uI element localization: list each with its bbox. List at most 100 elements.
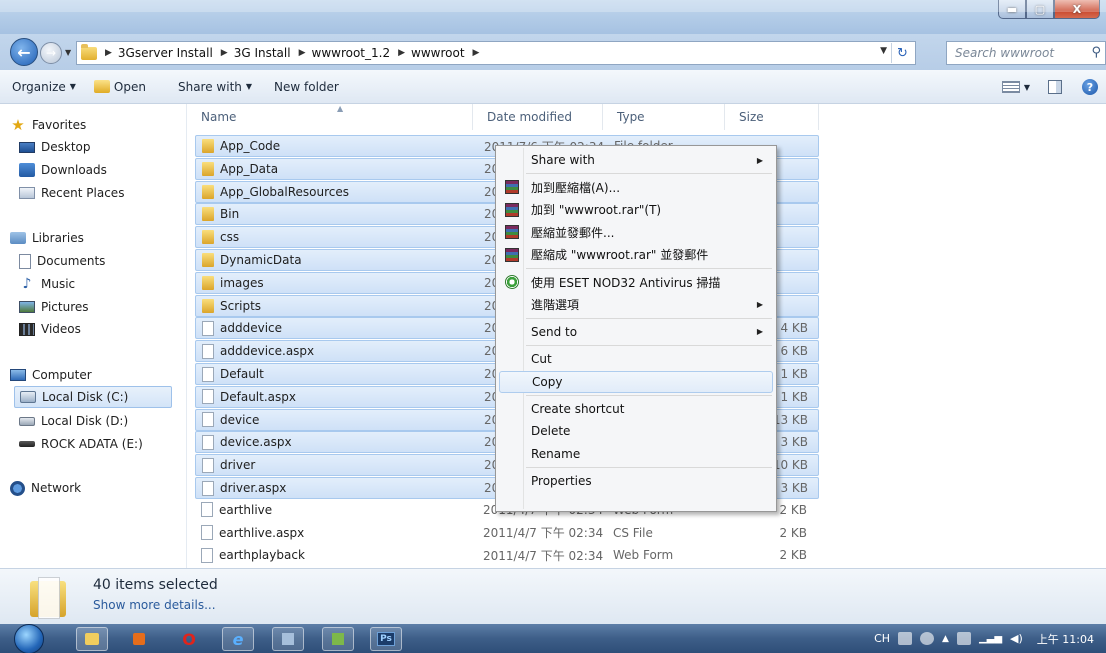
column-header-size[interactable]: Size: [725, 104, 819, 130]
show-more-details-link[interactable]: Show more details...: [93, 598, 216, 612]
sidebar-label: Documents: [37, 254, 106, 268]
menu-item-create-shortcut[interactable]: Create shortcut: [499, 398, 773, 420]
menu-item-item-8[interactable]: 進階選項 ▶: [499, 293, 773, 315]
search-input[interactable]: Search wwwroot ⚲: [946, 41, 1106, 65]
breadcrumb-label: 3Gserver Install: [117, 46, 213, 60]
file-name: images: [220, 275, 264, 290]
sidebar-computer[interactable]: Computer: [10, 364, 92, 386]
close-button[interactable]: X: [1054, 0, 1100, 19]
breadcrumb-item[interactable]: ▶ 3Gserver Install: [105, 46, 213, 60]
sidebar-label: Recent Places: [41, 186, 125, 200]
winrar-icon: [505, 247, 519, 262]
column-header-name[interactable]: Name ▲: [187, 104, 473, 130]
menu-item-wwwroot-rar[interactable]: 壓縮成 "wwwroot.rar" 並發郵件: [499, 244, 773, 266]
sidebar-item-local-disk-d[interactable]: Local Disk (D:): [19, 410, 128, 432]
menu-item-a[interactable]: 加到壓縮檔(A)...: [499, 176, 773, 198]
address-chevron-down-icon[interactable]: ▼: [880, 46, 887, 56]
signal-icon[interactable]: ▁▃▅: [979, 633, 1002, 644]
menu-item-label: 加到壓縮檔(A)...: [531, 180, 621, 195]
explorer-icon: [85, 633, 99, 645]
breadcrumb-item[interactable]: ▶ wwwroot: [398, 46, 464, 60]
breadcrumb-item[interactable]: ▶ wwwroot_1.2: [299, 46, 391, 60]
clock[interactable]: 上午 11:04: [1037, 631, 1094, 647]
sidebar-item-local-disk-c[interactable]: Local Disk (C:): [14, 386, 172, 408]
open-button[interactable]: Open: [93, 80, 146, 94]
taskbar-ie-button[interactable]: e: [222, 627, 254, 651]
sidebar-label: Network: [31, 481, 82, 495]
breadcrumb-arrow-icon[interactable]: ▶: [221, 48, 228, 58]
menu-item-rename[interactable]: Rename: [499, 443, 773, 465]
change-view-icon[interactable]: [1001, 81, 1020, 93]
breadcrumb-arrow-icon[interactable]: ▶: [473, 46, 480, 60]
volume-icon[interactable]: ◀): [1010, 632, 1023, 645]
taskbar-media-button[interactable]: [126, 627, 152, 651]
back-button[interactable]: ←: [10, 38, 38, 66]
taskbar-opera-button[interactable]: O: [176, 627, 202, 651]
maximize-button[interactable]: ▢: [1026, 0, 1054, 19]
breadcrumb: ▶ 3Gserver Install ▶ 3G Install ▶ wwwroot_1.2…: [97, 46, 479, 60]
menu-item-eset-nod32-antivirus[interactable]: 使用 ESET NOD32 Antivirus 掃描: [499, 271, 773, 293]
sidebar-item-documents[interactable]: Documents: [19, 250, 105, 272]
menu-item-send-to[interactable]: Send to ▶: [499, 321, 773, 343]
column-header-date[interactable]: Date modified: [473, 104, 603, 130]
menu-item-label: 壓縮並發郵件...: [531, 225, 615, 240]
sidebar-libraries[interactable]: Libraries: [10, 227, 84, 249]
sidebar-item-pictures[interactable]: Pictures: [19, 296, 89, 318]
share-with-button[interactable]: Share with ▼: [178, 80, 252, 94]
column-header-type[interactable]: Type: [603, 104, 725, 130]
chevron-up-icon[interactable]: ▲: [942, 634, 949, 644]
menu-separator: [526, 395, 772, 396]
minimize-button[interactable]: ▬: [998, 0, 1026, 19]
keyboard-icon[interactable]: [898, 632, 913, 645]
search-icon[interactable]: ⚲: [1091, 45, 1101, 60]
language-indicator[interactable]: CH: [874, 632, 890, 645]
table-row[interactable]: earthlive.aspx 2011/4/7 下午 02:34 CS File 2 …: [195, 523, 819, 545]
preview-pane-icon[interactable]: [1048, 80, 1062, 94]
taskbar-network-app-button[interactable]: [322, 627, 354, 651]
menu-item-cut[interactable]: Cut: [499, 348, 773, 370]
help-icon[interactable]: ?: [1082, 79, 1098, 95]
menu-item-wwwroot-rar-t[interactable]: 加到 "wwwroot.rar"(T): [499, 199, 773, 221]
file-icon: [201, 525, 213, 541]
network-tray-icon[interactable]: [956, 632, 971, 645]
sidebar-item-music[interactable]: ♪ Music: [19, 273, 76, 295]
view-chevron-down-icon[interactable]: ▼: [1024, 83, 1030, 92]
taskbar-app-button[interactable]: [272, 627, 304, 651]
file-name: adddevice: [220, 321, 283, 336]
menu-item-properties[interactable]: Properties: [499, 470, 773, 492]
address-bar[interactable]: ▶ 3Gserver Install ▶ 3G Install ▶ wwwroot_1.2…: [76, 41, 916, 65]
breadcrumb-arrow-icon[interactable]: ▶: [398, 48, 405, 58]
menu-item-share-with[interactable]: Share with ▶: [499, 149, 773, 171]
recent-pages-chevron-icon[interactable]: ▼: [65, 48, 71, 57]
refresh-icon[interactable]: ↻: [891, 43, 913, 63]
breadcrumb-item[interactable]: ▶ 3G Install: [221, 46, 291, 60]
taskbar-photoshop-button[interactable]: Ps: [370, 627, 402, 651]
sidebar-network[interactable]: Network: [10, 477, 81, 499]
sidebar-favorites[interactable]: ★ Favorites: [10, 114, 86, 136]
help-tray-icon[interactable]: [920, 632, 935, 645]
sidebar-item-rock-adata-e[interactable]: ROCK ADATA (E:): [19, 433, 143, 455]
libraries-icon: [10, 232, 26, 244]
organize-button[interactable]: Organize ▼: [12, 80, 76, 94]
menu-item-item-4[interactable]: 壓縮並發郵件...: [499, 221, 773, 243]
menu-item-delete[interactable]: Delete: [499, 420, 773, 442]
taskbar-explorer-button[interactable]: [76, 627, 108, 651]
breadcrumb-arrow-icon[interactable]: ▶: [299, 48, 306, 58]
new-folder-button[interactable]: New folder: [274, 80, 339, 94]
start-button[interactable]: [14, 624, 44, 653]
navigation-pane: ★ Favorites Desktop Downloads Recent Plac…: [0, 104, 186, 568]
file-name-cell: DynamicData: [202, 250, 482, 270]
sidebar-item-videos[interactable]: Videos: [19, 318, 81, 340]
sidebar-item-downloads[interactable]: Downloads: [19, 159, 107, 181]
file-name: DynamicData: [220, 253, 302, 267]
sidebar-item-recent-places[interactable]: Recent Places: [19, 182, 124, 204]
sidebar-item-desktop[interactable]: Desktop: [19, 136, 91, 158]
file-type: CS File: [613, 525, 653, 540]
breadcrumb-arrow-icon[interactable]: ▶: [105, 48, 112, 58]
network-app-icon: [332, 633, 344, 645]
file-icon: [201, 547, 213, 563]
table-row[interactable]: earthplayback 2011/4/7 下午 02:34 Web Form 2 …: [195, 545, 819, 567]
column-header-label: Date modified: [487, 110, 573, 124]
menu-item-copy[interactable]: Copy: [499, 370, 773, 393]
forward-button[interactable]: →: [40, 42, 62, 64]
